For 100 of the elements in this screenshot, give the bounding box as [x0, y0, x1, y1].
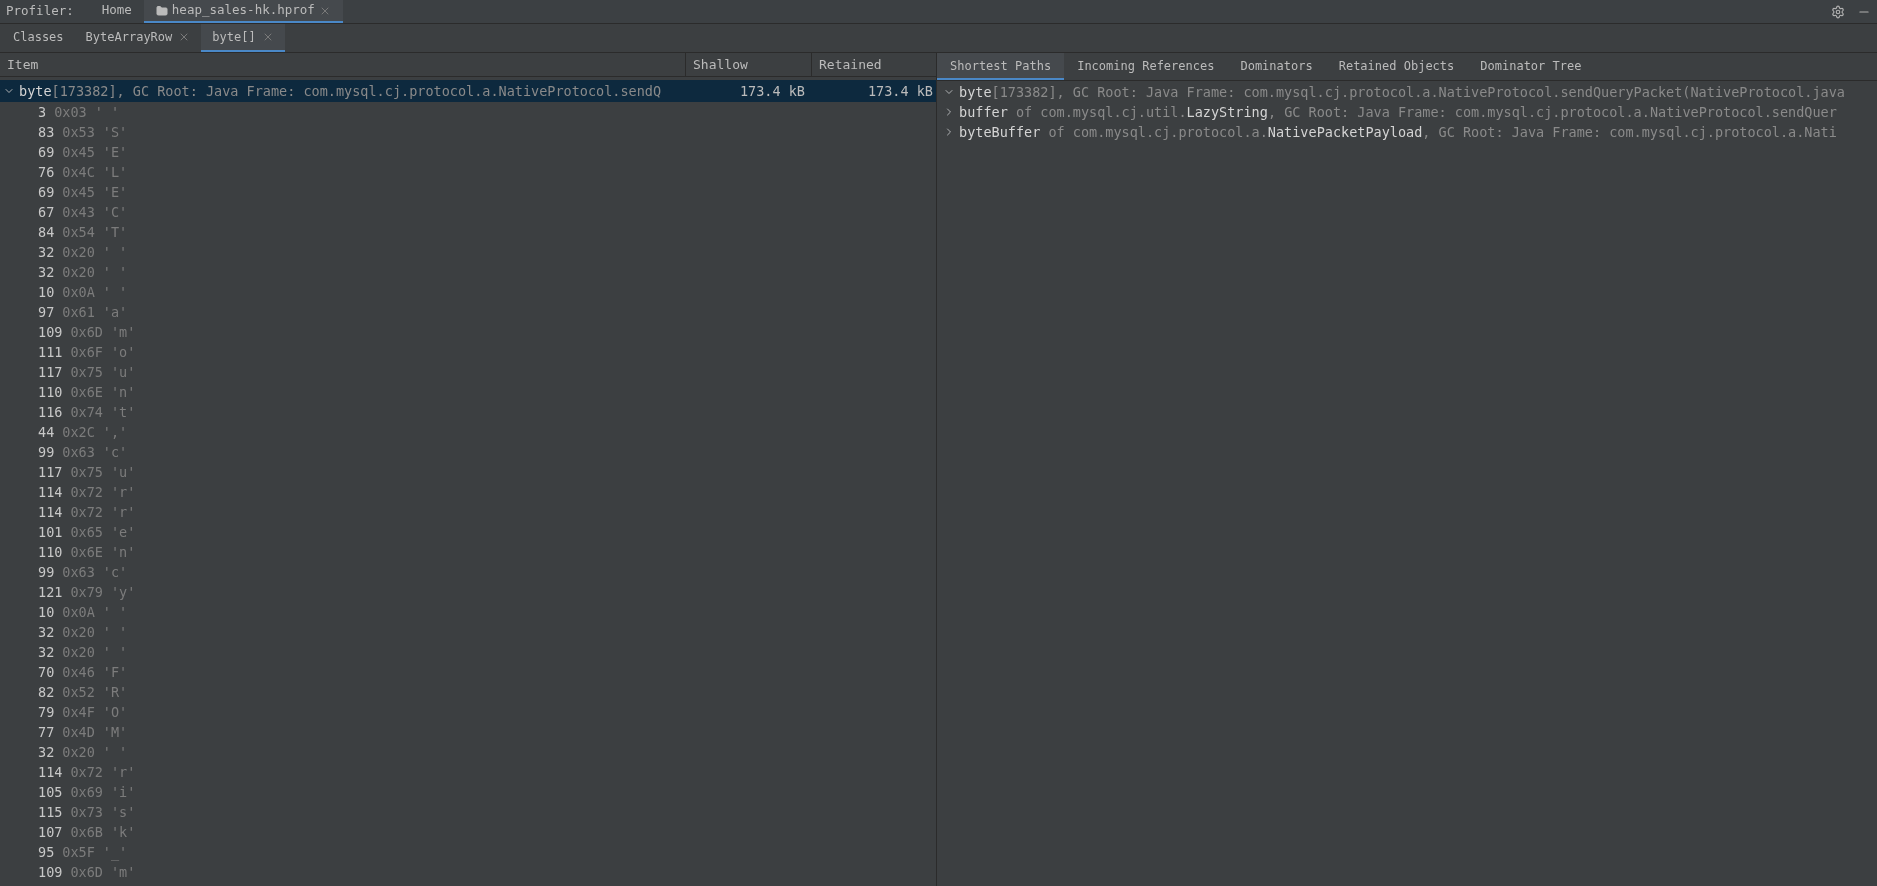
hex-value: 0x43 [62, 202, 95, 222]
tab-label: byte[] [212, 29, 256, 46]
byte-value: 3 [38, 102, 47, 122]
retained-size: 173.4 kB [866, 81, 934, 101]
char-value: 'S' [102, 122, 128, 142]
hex-value: 0x63 [62, 562, 95, 582]
char-value: 'F' [102, 662, 128, 682]
settings-icon[interactable] [1831, 4, 1845, 19]
char-value: 'u' [110, 462, 136, 482]
shallow-size: 173.4 kB [738, 81, 806, 101]
byte-value: 32 [38, 242, 55, 262]
char-value: ' ' [102, 742, 128, 762]
folder-icon [155, 4, 168, 17]
reference-path[interactable]: byte[173382], GC Root: Java Frame: com.mysql.cj.protocol.a.NativeProtocol.sendQueryPacket(NativeProtocol.java [959, 81, 1845, 103]
byte-value: 32 [38, 622, 55, 642]
byte-value: 121 [38, 582, 63, 602]
char-value: ',' [102, 422, 128, 442]
hex-value: 0x6F [70, 342, 103, 362]
byte-value: 109 [38, 322, 63, 342]
byte-value: 67 [38, 202, 55, 222]
char-value: ' ' [102, 262, 128, 282]
byte-value: 82 [38, 682, 55, 702]
char-value: 'C' [102, 202, 128, 222]
hex-value: 0x73 [70, 802, 103, 822]
reference-path[interactable]: byteBuffer of com.mysql.cj.protocol.a.NativePacketPayload, GC Root: Java Frame: com.mysql.cj.protocol.a.Nati [959, 121, 1837, 143]
hex-value: 0x6D [70, 322, 103, 342]
hex-value: 0x0A [62, 282, 95, 302]
view-tab[interactable]: Classes [2, 24, 75, 52]
byte-value: 69 [38, 182, 55, 202]
hex-value: 0x20 [62, 742, 95, 762]
tab-label: heap_sales-hk.hprof [171, 1, 315, 20]
char-value: 'c' [102, 442, 128, 462]
hex-value: 0x5F [62, 842, 95, 862]
char-value: 'n' [110, 382, 136, 402]
object-detail: [173382], GC Root: Java Frame: com.mysql.cj.protocol.a.NativeProtocol.sendQ [51, 81, 662, 101]
byte-value: 97 [38, 302, 55, 322]
byte-value: 116 [38, 402, 63, 422]
char-value: ' ' [102, 622, 128, 642]
details-tab[interactable]: Dominator Tree [1467, 53, 1595, 80]
hex-value: 0x45 [62, 182, 95, 202]
byte-value: 32 [38, 262, 55, 282]
byte-value: 107 [38, 822, 63, 842]
hex-value: 0x69 [70, 782, 103, 802]
column-header[interactable]: Item [0, 53, 686, 76]
tab-label: Classes [13, 29, 64, 46]
byte-value: 10 [38, 282, 55, 302]
hex-value: 0x61 [62, 302, 95, 322]
hex-value: 0x63 [62, 442, 95, 462]
byte-value: 117 [38, 462, 63, 482]
tab-label: Home [101, 1, 132, 20]
details-tab[interactable]: Dominators [1227, 53, 1326, 80]
byte-value: 79 [38, 702, 55, 722]
editor-tab[interactable]: Home [89, 0, 144, 23]
hex-value: 0x72 [70, 502, 103, 522]
hex-value: 0x6E [70, 542, 103, 562]
hex-value: 0x4C [62, 162, 95, 182]
column-header[interactable]: Retained [812, 53, 936, 76]
details-tab[interactable]: Retained Objects [1325, 53, 1468, 80]
byte-value: 76 [38, 162, 55, 182]
byte-value: 117 [38, 362, 63, 382]
view-tab[interactable]: byte[] [201, 24, 285, 52]
hex-value: 0x20 [62, 642, 95, 662]
hex-value: 0x72 [70, 762, 103, 782]
hex-value: 0x74 [70, 402, 103, 422]
char-value: 'y' [110, 582, 136, 602]
details-tab[interactable]: Incoming References [1064, 53, 1228, 80]
byte-value: 84 [38, 222, 55, 242]
hex-value: 0x53 [62, 122, 95, 142]
byte-value: 110 [38, 542, 63, 562]
char-value: 'm' [110, 862, 136, 882]
byte-value: 111 [38, 342, 63, 362]
char-value: 'n' [110, 542, 136, 562]
view-tab[interactable]: ByteArrayRow [74, 24, 202, 52]
char-value: 'k' [110, 822, 136, 842]
char-value: 'r' [110, 502, 136, 522]
char-value: 'a' [102, 302, 128, 322]
hex-value: 0x65 [70, 522, 103, 542]
hex-value: 0x6B [70, 822, 103, 842]
char-value: 'R' [102, 682, 128, 702]
editor-tab[interactable]: heap_sales-hk.hprof [143, 0, 343, 23]
hex-value: 0x72 [70, 482, 103, 502]
tree-row[interactable]: byte[173382], GC Root: Java Frame: com.mysql.cj.protocol.a.NativeProtocol.sendQ 173.4 kB 173.4 kB [0, 80, 936, 102]
char-value: 'L' [102, 162, 128, 182]
char-value: 'r' [110, 482, 136, 502]
byte-value: 99 [38, 442, 55, 462]
reference-path[interactable]: buffer of com.mysql.cj.util.LazyString, GC Root: Java Frame: com.mysql.cj.protocol.a.NativeProtocol.sendQuer [959, 101, 1837, 123]
byte-value: 77 [38, 722, 55, 742]
byte-value: 83 [38, 122, 55, 142]
hex-value: 0x4D [62, 722, 95, 742]
details-tab[interactable]: Shortest Paths [937, 53, 1065, 80]
byte-value: 115 [38, 802, 63, 822]
byte-value: 70 [38, 662, 55, 682]
char-value: ' ' [102, 242, 128, 262]
byte-value: 95 [38, 842, 55, 862]
byte-value: 110 [38, 382, 63, 402]
hex-value: 0x45 [62, 142, 95, 162]
column-header[interactable]: Shallow [686, 53, 812, 76]
byte-value: 105 [38, 782, 63, 802]
hex-value: 0x20 [62, 242, 95, 262]
hex-value: 0x20 [62, 262, 95, 282]
